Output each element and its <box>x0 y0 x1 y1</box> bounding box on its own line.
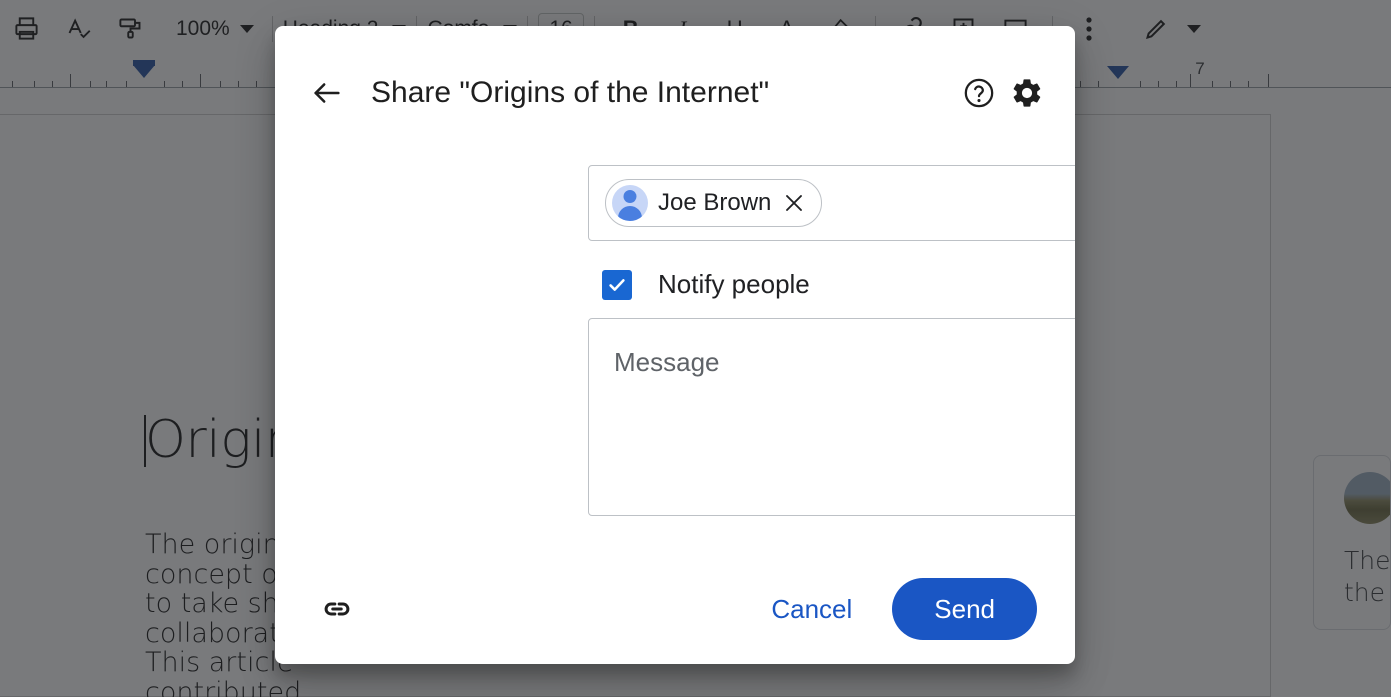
recipient-name: Joe Brown <box>658 189 772 216</box>
settings-gear-icon[interactable] <box>1003 69 1051 117</box>
message-placeholder: Message <box>614 347 720 377</box>
send-button[interactable]: Send <box>892 578 1037 640</box>
message-textarea[interactable]: Message <box>588 318 1075 516</box>
copy-link-icon[interactable] <box>313 585 361 633</box>
dialog-header: Share "Origins of the Internet" <box>275 58 1075 128</box>
person-avatar <box>612 185 648 221</box>
recipients-input[interactable]: Joe Brown <box>588 165 1075 241</box>
notify-people-checkbox[interactable] <box>602 269 632 300</box>
help-icon[interactable] <box>955 69 1003 117</box>
recipients-row: Joe Brown Editor <box>588 165 1075 241</box>
dialog-title: Share "Origins of the Internet" <box>371 76 770 109</box>
back-arrow-icon[interactable] <box>303 69 351 117</box>
recipient-chip[interactable]: Joe Brown <box>605 179 823 227</box>
notify-people-row[interactable]: Notify people <box>602 269 810 300</box>
cancel-button[interactable]: Cancel <box>749 582 874 637</box>
close-icon[interactable] <box>781 190 807 216</box>
share-dialog: Share "Origins of the Internet" Joe Brow… <box>275 26 1075 664</box>
dialog-footer: Cancel Send <box>275 554 1075 664</box>
notify-people-label: Notify people <box>658 269 810 299</box>
screen: 100% Heading 2 Comfo 16 B I U A <box>0 0 1391 697</box>
